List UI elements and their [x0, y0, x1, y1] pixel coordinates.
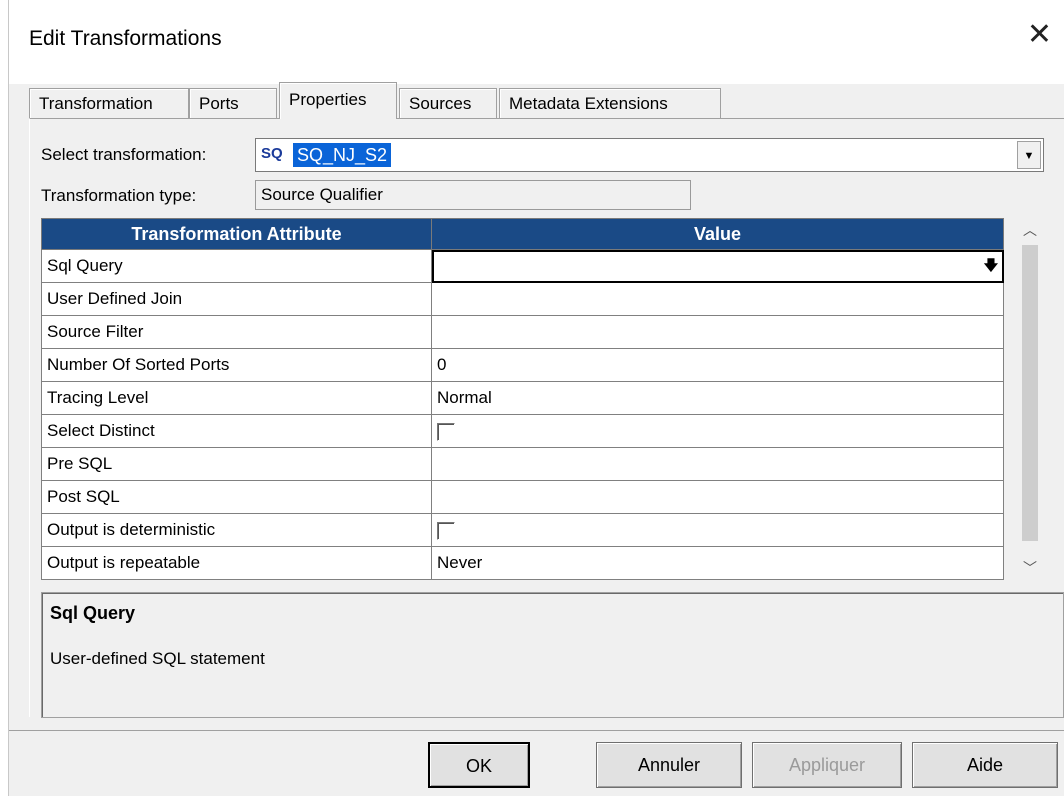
description-title: Sql Query — [50, 603, 136, 623]
select-transformation-dropdown[interactable]: SQ SQ_NJ_S2 ▼ — [255, 138, 1044, 172]
source-qualifier-icon: SQ — [261, 145, 283, 162]
grid-scrollbar[interactable]: ︿ ﹀ — [1020, 218, 1040, 582]
tab-metadata-extensions[interactable]: Metadata Extensions — [499, 88, 721, 118]
tab-ports[interactable]: Ports — [189, 88, 277, 118]
tab-transformation[interactable]: Transformation — [29, 88, 189, 118]
transformation-type-label: Transformation type: — [41, 186, 197, 205]
select-distinct-checkbox[interactable] — [437, 422, 455, 441]
chevron-down-icon[interactable]: ▼ — [1017, 141, 1041, 169]
table-row[interactable]: Pre SQL — [41, 447, 1004, 481]
table-row[interactable]: Output is deterministic — [41, 513, 1004, 547]
attr-sql-query[interactable]: Sql Query — [41, 249, 432, 283]
value-sql-query[interactable]: 🡇 — [431, 249, 1004, 283]
attr-post-sql[interactable]: Post SQL — [41, 480, 432, 514]
attributes-grid: Transformation Attribute Value Sql Query… — [41, 218, 1004, 580]
ok-button[interactable]: OK — [428, 742, 530, 788]
output-deterministic-checkbox[interactable] — [437, 521, 455, 540]
header-transformation-attribute[interactable]: Transformation Attribute — [41, 218, 432, 250]
value-number-of-sorted-ports[interactable]: 0 — [431, 348, 1004, 382]
table-row[interactable]: Number Of Sorted Ports 0 — [41, 348, 1004, 382]
attr-number-of-sorted-ports[interactable]: Number Of Sorted Ports — [41, 348, 432, 382]
table-row[interactable]: Select Distinct — [41, 414, 1004, 448]
attr-user-defined-join[interactable]: User Defined Join — [41, 282, 432, 316]
attr-tracing-level[interactable]: Tracing Level — [41, 381, 432, 415]
chevron-up-icon[interactable]: ︿ — [1020, 220, 1040, 242]
attr-output-is-repeatable[interactable]: Output is repeatable — [41, 546, 432, 580]
attr-pre-sql[interactable]: Pre SQL — [41, 447, 432, 481]
apply-button[interactable]: Appliquer — [752, 742, 902, 788]
dialog-titlebar: Edit Transformations ✕ — [9, 0, 1064, 84]
value-source-filter[interactable] — [431, 315, 1004, 349]
help-button[interactable]: Aide — [912, 742, 1058, 788]
table-row[interactable]: Output is repeatable Never — [41, 546, 1004, 580]
tab-sources[interactable]: Sources — [399, 88, 497, 118]
description-pane: Sql Query User-defined SQL statement — [41, 592, 1064, 718]
table-row[interactable]: User Defined Join — [41, 282, 1004, 316]
select-transformation-value: SQ_NJ_S2 — [293, 143, 392, 167]
value-select-distinct[interactable] — [431, 414, 1004, 448]
value-user-defined-join[interactable] — [431, 282, 1004, 316]
open-editor-icon[interactable]: 🡇 — [983, 257, 999, 273]
value-tracing-level[interactable]: Normal — [431, 381, 1004, 415]
value-output-is-deterministic[interactable] — [431, 513, 1004, 547]
table-row[interactable]: Source Filter — [41, 315, 1004, 349]
description-text: User-defined SQL statement — [50, 649, 265, 668]
table-row[interactable]: Post SQL — [41, 480, 1004, 514]
dialog-title: Edit Transformations — [29, 27, 222, 50]
grid-header-row: Transformation Attribute Value — [41, 218, 1004, 250]
value-output-is-repeatable[interactable]: Never — [431, 546, 1004, 580]
value-post-sql[interactable] — [431, 480, 1004, 514]
header-value[interactable]: Value — [431, 218, 1004, 250]
select-transformation-label: Select transformation: — [41, 145, 207, 164]
tab-properties[interactable]: Properties — [279, 82, 397, 119]
attr-select-distinct[interactable]: Select Distinct — [41, 414, 432, 448]
value-pre-sql[interactable] — [431, 447, 1004, 481]
close-icon[interactable]: ✕ — [1027, 20, 1052, 50]
background-window-edge — [0, 0, 9, 796]
divider — [9, 730, 1064, 731]
table-row[interactable]: Tracing Level Normal — [41, 381, 1004, 415]
attr-output-is-deterministic[interactable]: Output is deterministic — [41, 513, 432, 547]
table-row[interactable]: Sql Query 🡇 — [41, 249, 1004, 283]
chevron-down-icon[interactable]: ﹀ — [1020, 558, 1040, 580]
cancel-button[interactable]: Annuler — [596, 742, 742, 788]
transformation-type-field: Source Qualifier — [255, 180, 691, 210]
attr-source-filter[interactable]: Source Filter — [41, 315, 432, 349]
scrollbar-thumb[interactable] — [1022, 245, 1038, 541]
